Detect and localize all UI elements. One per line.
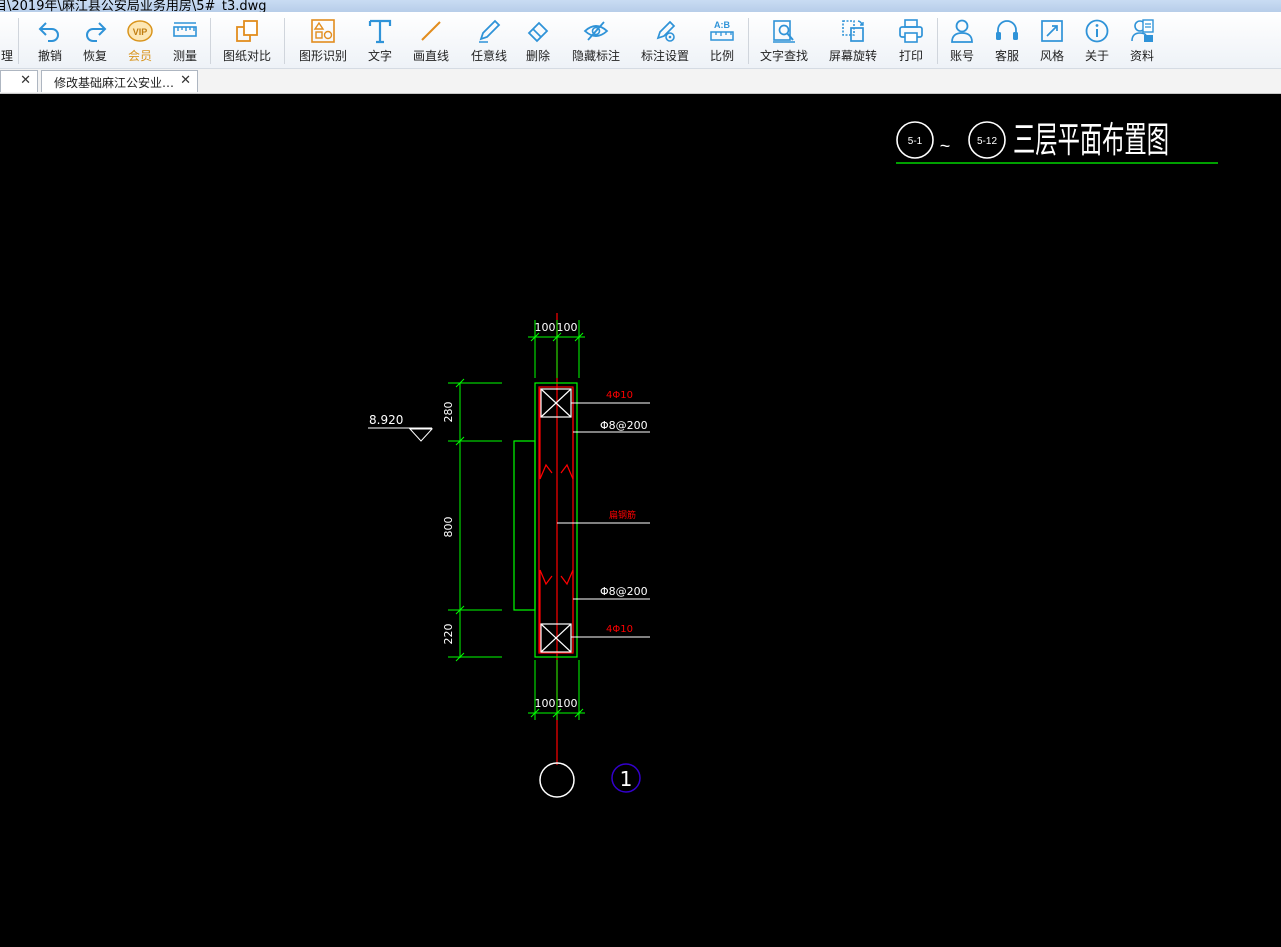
line-icon bbox=[421, 21, 441, 41]
leader-lines bbox=[557, 402, 650, 638]
window-title: 目\2019年\麻江县公安局业务用房\5#_t3.dwg bbox=[0, 0, 267, 12]
materials-button[interactable]: 资料 bbox=[1122, 14, 1162, 66]
rebar-cage bbox=[538, 386, 574, 654]
delete-button[interactable]: 删除 bbox=[518, 14, 558, 66]
axis-number-label: 1 bbox=[620, 767, 633, 791]
title-bubble-start-label: 5-1 bbox=[908, 136, 923, 147]
compare-icon bbox=[236, 20, 258, 42]
document-tab-bar: ✕ 修改基础麻江公安业… ✕ bbox=[0, 69, 1281, 94]
freehand-button[interactable]: 任意线 bbox=[465, 14, 513, 66]
toolbar-partial-button[interactable]: 理 bbox=[0, 14, 14, 66]
drawing-canvas[interactable]: 5-1 ~ 5-12 三层平面布置图 100 100 100 100 280 8… bbox=[0, 93, 1281, 947]
text-icon bbox=[368, 19, 392, 44]
close-icon[interactable]: ✕ bbox=[180, 73, 191, 88]
style-icon bbox=[1041, 20, 1063, 42]
drawing-title-block: 5-1 ~ 5-12 三层平面布置图 bbox=[896, 120, 1218, 164]
scale-button[interactable]: A:B 比例 bbox=[702, 14, 742, 66]
ruler-icon bbox=[173, 22, 197, 37]
scale-icon: A:B bbox=[710, 20, 734, 41]
materials-icon bbox=[1131, 19, 1154, 42]
headset-icon bbox=[996, 20, 1018, 40]
beam-section bbox=[513, 382, 578, 658]
bottom-dimension bbox=[528, 660, 585, 720]
info-icon bbox=[1085, 19, 1109, 43]
find-text-button[interactable]: 文字查找 bbox=[755, 14, 813, 66]
stirrup-top-label: Φ8@200 bbox=[600, 419, 648, 432]
cad-drawing[interactable]: 5-1 ~ 5-12 三层平面布置图 100 100 100 100 280 8… bbox=[0, 93, 1281, 947]
bottom-dim-right: 100 bbox=[557, 697, 578, 710]
user-icon bbox=[951, 19, 973, 43]
measure-button[interactable]: 测量 bbox=[165, 14, 205, 66]
left-dimension bbox=[448, 378, 502, 662]
print-button[interactable]: 打印 bbox=[891, 14, 931, 66]
svg-text:A:B: A:B bbox=[714, 20, 730, 30]
undo-button[interactable]: 撤销 bbox=[30, 14, 70, 66]
bottom-rebar-cross bbox=[540, 623, 572, 653]
gear-pen-icon bbox=[656, 20, 676, 42]
middle-rebar-label: 扁钢筋 bbox=[609, 509, 636, 521]
left-dim-bottom: 220 bbox=[442, 624, 455, 645]
top-dim-left: 100 bbox=[535, 321, 556, 334]
tab-previous-document[interactable]: ✕ bbox=[0, 70, 38, 92]
redo-button[interactable]: 恢复 bbox=[75, 14, 115, 66]
shape-recognition-button[interactable]: 图形识别 bbox=[294, 14, 352, 66]
window-title-bar: 目\2019年\麻江县公安局业务用房\5#_t3.dwg bbox=[0, 0, 1281, 12]
shape-recognition-icon bbox=[311, 19, 335, 43]
compare-drawings-button[interactable]: 图纸对比 bbox=[218, 14, 276, 66]
left-dim-top: 280 bbox=[442, 402, 455, 423]
rotate-icon bbox=[842, 20, 864, 42]
rotate-screen-button[interactable]: 屏幕旋转 bbox=[823, 14, 883, 66]
elevation-value: 8.920 bbox=[369, 413, 403, 427]
style-button[interactable]: 风格 bbox=[1032, 14, 1072, 66]
pen-icon bbox=[479, 19, 501, 43]
axis-bubble-white bbox=[539, 762, 575, 798]
top-rebar-cross bbox=[540, 388, 572, 418]
close-icon[interactable]: ✕ bbox=[20, 73, 31, 88]
left-dim-middle: 800 bbox=[442, 517, 455, 538]
about-button[interactable]: 关于 bbox=[1077, 14, 1117, 66]
hide-annotations-button[interactable]: 隐藏标注 bbox=[566, 14, 626, 66]
find-text-icon bbox=[773, 20, 795, 43]
annotation-settings-button[interactable]: 标注设置 bbox=[636, 14, 694, 66]
drawing-title: 三层平面布置图 bbox=[1013, 120, 1169, 161]
svg-text:VIP: VIP bbox=[133, 27, 148, 37]
stirrup-bottom-label: Φ8@200 bbox=[600, 585, 648, 598]
vip-button[interactable]: VIP 会员 bbox=[120, 14, 160, 66]
draw-line-button[interactable]: 画直线 bbox=[407, 14, 455, 66]
undo-icon bbox=[38, 22, 59, 42]
printer-icon bbox=[899, 19, 923, 43]
redo-icon bbox=[86, 22, 107, 42]
rebar-top-label: 4Φ10 bbox=[606, 390, 633, 401]
vip-icon: VIP bbox=[127, 20, 153, 42]
elevation-marker: 8.920 bbox=[368, 413, 434, 442]
top-dim-right: 100 bbox=[557, 321, 578, 334]
bottom-dim-left: 100 bbox=[535, 697, 556, 710]
title-range-tilde: ~ bbox=[940, 136, 951, 156]
toolbar: 理 撤销 恢复 VIP 会员 测量 图纸对比 图形识别 文字 画直线 任意线 删… bbox=[0, 12, 1281, 69]
account-button[interactable]: 账号 bbox=[942, 14, 982, 66]
text-tool-button[interactable]: 文字 bbox=[360, 14, 400, 66]
rebar-bottom-label: 4Φ10 bbox=[606, 624, 633, 635]
eye-slash-icon bbox=[583, 21, 609, 41]
tab-current-document[interactable]: 修改基础麻江公安业… ✕ bbox=[41, 70, 198, 92]
eraser-icon bbox=[527, 21, 549, 43]
title-bubble-end-label: 5-12 bbox=[977, 136, 997, 147]
customer-service-button[interactable]: 客服 bbox=[987, 14, 1027, 66]
